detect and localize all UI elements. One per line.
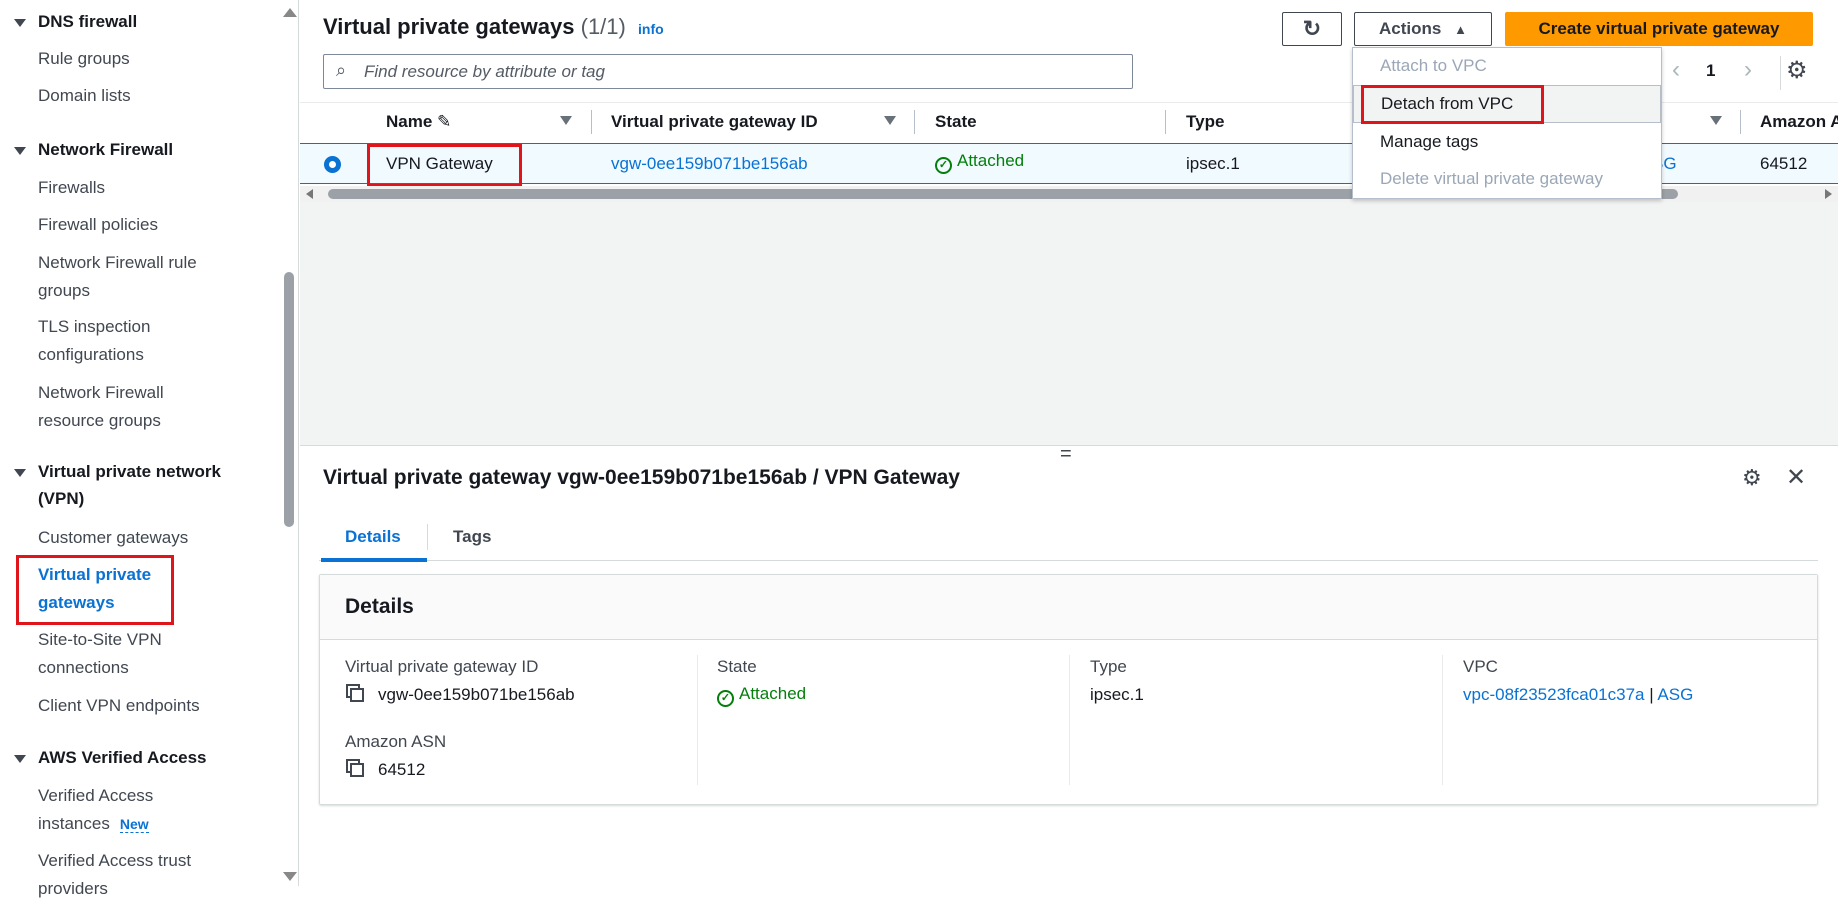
sidebar-item-va-instances[interactable]: Verified Access instances New <box>38 782 188 838</box>
sidebar-scrollbar-thumb[interactable] <box>284 272 294 527</box>
scroll-down-icon[interactable] <box>283 872 297 881</box>
column-header-asn[interactable]: Amazon A <box>1760 103 1838 141</box>
refresh-button[interactable]: ↻ <box>1282 12 1342 46</box>
value-type: ipsec.1 <box>1090 685 1144 704</box>
divider <box>427 524 428 550</box>
sidebar-item-nf-rule-groups[interactable]: Network Firewall rule groups <box>38 249 228 305</box>
panel-title: Details <box>345 595 414 618</box>
column-header-id[interactable]: Virtual private gateway ID <box>611 103 818 141</box>
sidebar: DNS firewall Rule groups Domain lists Ne… <box>0 0 299 898</box>
value-state: ✓ Attached <box>717 684 806 707</box>
copy-icon[interactable] <box>350 688 364 702</box>
column-header-type[interactable]: Type <box>1186 103 1224 141</box>
new-badge: New <box>119 816 149 833</box>
sidebar-item-tls-inspection[interactable]: TLS inspection configurations <box>38 313 198 369</box>
actions-button[interactable]: Actions ▲ <box>1354 12 1492 46</box>
column-divider[interactable] <box>1740 110 1741 134</box>
detail-title: Virtual private gateway vgw-0ee159b071be… <box>323 466 960 489</box>
copy-icon[interactable] <box>350 763 364 777</box>
menu-item-attach-vpc[interactable]: Attach to VPC <box>1353 48 1661 84</box>
highlight-box <box>367 144 522 187</box>
success-icon: ✓ <box>717 690 734 707</box>
value-vpg-id: vgw-0ee159b071be156ab <box>350 685 575 705</box>
sidebar-item-customer-gateways[interactable]: Customer gateways <box>38 524 238 552</box>
column-divider[interactable] <box>914 110 915 134</box>
sort-icon[interactable] <box>560 116 572 125</box>
divider <box>1780 56 1781 90</box>
label-vpc: VPC <box>1463 657 1498 676</box>
cell-type: ipsec.1 <box>1186 154 1240 173</box>
next-page-icon[interactable]: › <box>1744 56 1752 84</box>
scroll-left-icon <box>306 189 313 199</box>
value-asn: 64512 <box>350 760 425 780</box>
column-header-state[interactable]: State <box>935 103 977 141</box>
tab-underline <box>319 560 1818 561</box>
caret-down-icon <box>14 18 26 27</box>
active-tab-indicator <box>321 558 427 562</box>
page-title: Virtual private gateways (1/1) info <box>323 14 664 39</box>
scroll-right-icon <box>1825 189 1832 199</box>
label-state: State <box>717 657 757 676</box>
menu-item-delete-vpg[interactable]: Delete virtual private gateway <box>1353 161 1661 197</box>
column-divider[interactable] <box>1165 110 1166 134</box>
sidebar-item-nf-resource-groups[interactable]: Network Firewall resource groups <box>38 379 228 435</box>
search-icon: ⌕ <box>336 60 347 80</box>
vpc-name-link[interactable]: ASG <box>1657 685 1693 704</box>
actions-dropdown: Attach to VPC Detach from VPC Manage tag… <box>1352 47 1662 199</box>
cell-asn: 64512 <box>1760 154 1808 173</box>
sort-icon[interactable] <box>884 116 896 125</box>
sidebar-item-firewall-policies[interactable]: Firewall policies <box>38 211 238 239</box>
label-vpg-id: Virtual private gateway ID <box>345 657 539 676</box>
divider <box>697 655 698 785</box>
caret-up-icon: ▲ <box>1454 22 1467 37</box>
caret-down-icon <box>14 146 26 155</box>
sidebar-item-site-to-site-vpn[interactable]: Site-to-Site VPN connections <box>38 626 198 682</box>
drag-handle-icon[interactable]: = <box>1060 444 1072 464</box>
sort-icon[interactable] <box>1710 116 1722 125</box>
divider <box>1069 655 1070 785</box>
sidebar-item-rule-groups[interactable]: Rule groups <box>38 45 238 73</box>
search-input[interactable]: ⌕ Find resource by attribute or tag <box>323 54 1133 89</box>
column-divider[interactable] <box>591 110 592 134</box>
section-dns-firewall[interactable]: DNS firewall <box>14 8 137 35</box>
prev-page-icon[interactable]: ‹ <box>1672 56 1680 84</box>
sidebar-item-va-trust-providers[interactable]: Verified Access trust providers <box>38 847 228 903</box>
create-vpg-button[interactable]: Create virtual private gateway <box>1505 12 1813 46</box>
divider <box>1442 655 1443 785</box>
sidebar-item-client-vpn[interactable]: Client VPN endpoints <box>38 692 238 720</box>
refresh-icon: ↻ <box>1302 16 1322 41</box>
column-header-name[interactable]: Name ✎ <box>386 103 451 141</box>
section-vpn[interactable]: Virtual private network (VPN) <box>14 458 244 512</box>
tab-details[interactable]: Details <box>345 527 401 547</box>
cell-id-link[interactable]: vgw-0ee159b071be156ab <box>611 143 808 184</box>
label-asn: Amazon ASN <box>345 732 447 751</box>
tab-tags[interactable]: Tags <box>453 527 491 547</box>
section-verified-access[interactable]: AWS Verified Access <box>14 744 207 771</box>
scroll-up-icon[interactable] <box>283 8 297 17</box>
highlight-box <box>16 555 174 625</box>
caret-down-icon <box>14 754 26 763</box>
success-icon: ✓ <box>935 157 952 174</box>
value-vpc: vpc-08f23523fca01c37a | ASG <box>1463 685 1694 704</box>
section-network-firewall[interactable]: Network Firewall <box>14 136 173 163</box>
menu-item-manage-tags[interactable]: Manage tags <box>1353 124 1661 160</box>
close-icon[interactable]: ✕ <box>1786 463 1806 492</box>
info-link[interactable]: info <box>638 21 664 37</box>
caret-down-icon <box>14 468 26 477</box>
label-type: Type <box>1090 657 1127 676</box>
page-number[interactable]: 1 <box>1706 61 1715 81</box>
cell-state: ✓ Attached <box>935 140 1024 181</box>
sidebar-item-domain-lists[interactable]: Domain lists <box>38 82 238 110</box>
edit-icon: ✎ <box>437 112 452 131</box>
vpc-link[interactable]: vpc-08f23523fca01c37a <box>1463 685 1644 704</box>
settings-icon[interactable]: ⚙ <box>1742 465 1762 491</box>
settings-icon[interactable]: ⚙ <box>1786 56 1808 85</box>
highlight-box <box>1361 85 1544 124</box>
row-radio[interactable] <box>324 156 341 173</box>
sidebar-item-firewalls[interactable]: Firewalls <box>38 174 238 202</box>
